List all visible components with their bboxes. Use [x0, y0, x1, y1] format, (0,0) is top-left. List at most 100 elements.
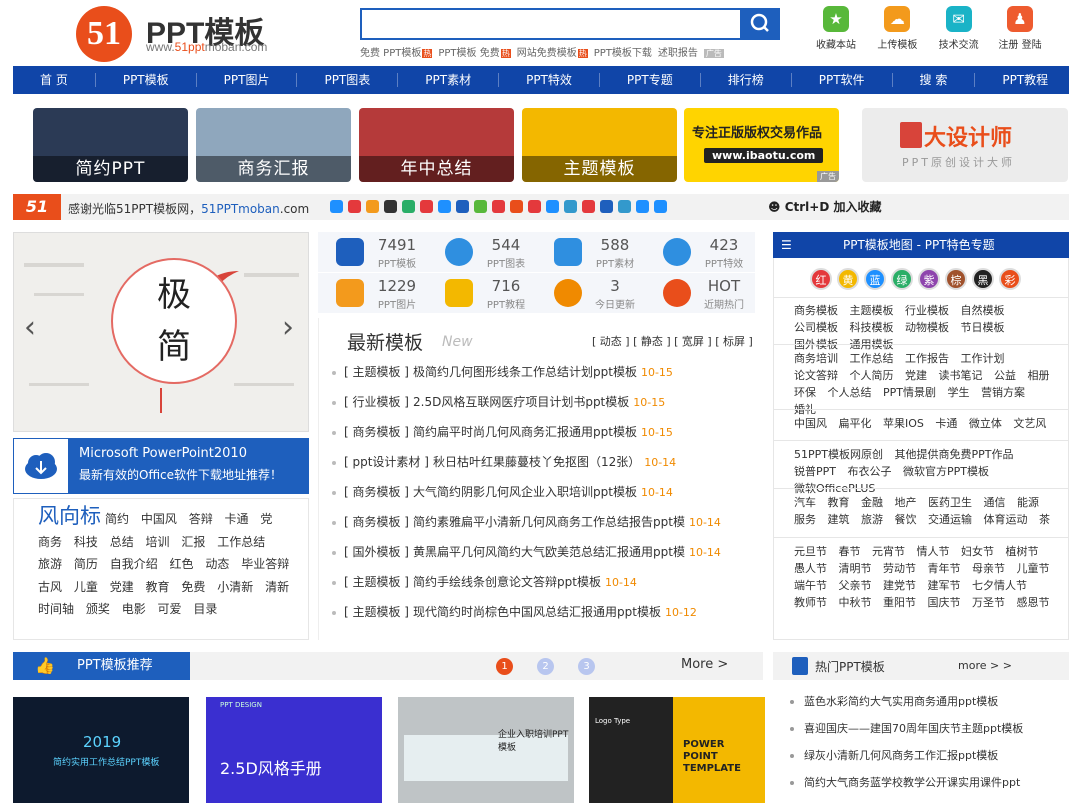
- map-link[interactable]: 建党节: [883, 579, 916, 592]
- map-link[interactable]: 春节: [839, 545, 861, 558]
- latest-item-category[interactable]: [ 商务模板 ]: [344, 485, 409, 499]
- latest-item-title[interactable]: 简约素雅扁平小清新几何风商务工作总结报告ppt模: [413, 515, 685, 529]
- map-link[interactable]: 母亲节: [972, 562, 1005, 575]
- nav-item[interactable]: 排行榜: [701, 73, 792, 87]
- share-icon[interactable]: [474, 200, 487, 213]
- latest-item[interactable]: [ ppt设计素材 ] 秋日枯叶红果藤蔓枝丫免抠图（12张） 10-14: [330, 452, 710, 482]
- latest-item-category[interactable]: [ 商务模板 ]: [344, 425, 409, 439]
- trend-tag[interactable]: 目录: [193, 602, 217, 616]
- trend-tag[interactable]: 儿童: [74, 580, 98, 594]
- trend-tag[interactable]: 答辩: [189, 512, 213, 526]
- map-link[interactable]: 卡通: [935, 417, 957, 430]
- map-link[interactable]: 环保: [794, 386, 816, 399]
- trend-tag[interactable]: 卡通: [225, 512, 249, 526]
- pager-dot[interactable]: 1: [496, 658, 513, 675]
- map-link[interactable]: 建军节: [928, 579, 961, 592]
- stat-hot[interactable]: HOT 近期热门: [645, 273, 755, 313]
- latest-item-title[interactable]: 大气简约阴影几何风企业入职培训ppt模板: [413, 485, 637, 499]
- hot-item[interactable]: 绿灰小清新几何风商务工作汇报ppt模板: [790, 748, 1070, 775]
- map-link[interactable]: 工作报告: [905, 352, 949, 365]
- map-link[interactable]: 学生: [948, 386, 970, 399]
- map-link[interactable]: 苹果IOS: [883, 417, 924, 430]
- map-link[interactable]: 茶: [1039, 513, 1050, 526]
- color-filter[interactable]: 棕: [945, 268, 967, 290]
- hot-search-link[interactable]: 述职报告: [658, 48, 698, 58]
- map-link[interactable]: 交通运输: [928, 513, 972, 526]
- map-link[interactable]: 端午节: [794, 579, 827, 592]
- share-icon[interactable]: [420, 200, 433, 213]
- latest-item-title[interactable]: 极简约几何图形线条工作总结计划ppt模板: [413, 365, 637, 379]
- map-link[interactable]: 读书笔记: [939, 369, 983, 382]
- latest-item-category[interactable]: [ ppt设计素材 ]: [344, 455, 429, 469]
- latest-item-title[interactable]: 秋日枯叶红果藤蔓枝丫免抠图（12张）: [433, 455, 640, 469]
- latest-item-category[interactable]: [ 主题模板 ]: [344, 605, 409, 619]
- map-link[interactable]: 扁平化: [839, 417, 872, 430]
- latest-item[interactable]: [ 主题模板 ] 简约手绘线条创意论文答辩ppt模板 10-14: [330, 572, 710, 602]
- map-link[interactable]: 万圣节: [972, 596, 1005, 609]
- trend-tag[interactable]: 总结: [110, 535, 134, 549]
- latest-filters[interactable]: [ 动态 ] [ 静态 ] [ 宽屏 ] [ 标屏 ]: [592, 333, 753, 349]
- map-link[interactable]: 通信: [984, 496, 1006, 509]
- trend-tag[interactable]: 旅游: [38, 557, 62, 571]
- trend-tag[interactable]: 简约: [105, 512, 129, 526]
- map-link[interactable]: 动物模板: [905, 321, 949, 334]
- map-link[interactable]: 餐饮: [895, 513, 917, 526]
- stat-refresh[interactable]: 3 今日更新: [536, 273, 646, 313]
- nav-item[interactable]: PPT专题: [600, 73, 701, 87]
- map-link[interactable]: 公益: [994, 369, 1016, 382]
- color-filter[interactable]: 黄: [837, 268, 859, 290]
- latest-item[interactable]: [ 商务模板 ] 大气简约阴影几何风企业入职培训ppt模板 10-14: [330, 482, 710, 512]
- map-link[interactable]: 公司模板: [794, 321, 838, 334]
- nav-item[interactable]: 搜 索: [893, 73, 976, 87]
- map-link[interactable]: 教师节: [794, 596, 827, 609]
- nav-item[interactable]: PPT特效: [499, 73, 600, 87]
- trend-tag[interactable]: 汇报: [181, 535, 205, 549]
- quick-link[interactable]: ✉ 技术交流: [931, 6, 987, 56]
- share-icon[interactable]: [564, 200, 577, 213]
- map-link[interactable]: 地产: [895, 496, 917, 509]
- map-link[interactable]: 商务培训: [794, 352, 838, 365]
- share-icon[interactable]: [600, 200, 613, 213]
- trend-tag[interactable]: 时间轴: [38, 602, 74, 616]
- bookmark-shortcut[interactable]: ☻ Ctrl+D 加入收藏: [768, 198, 881, 215]
- map-link[interactable]: 体育运动: [984, 513, 1028, 526]
- recommend-thumb[interactable]: 2.5D风格手册 PPT DESIGN: [206, 697, 382, 803]
- map-link[interactable]: 商务模板: [794, 304, 838, 317]
- trend-tag[interactable]: 自我介绍: [110, 557, 158, 571]
- share-icon[interactable]: [636, 200, 649, 213]
- share-icon[interactable]: [546, 200, 559, 213]
- map-link[interactable]: 微立体: [969, 417, 1002, 430]
- map-link[interactable]: 文艺风: [1013, 417, 1046, 430]
- color-filter[interactable]: 彩: [999, 268, 1021, 290]
- share-icon[interactable]: [492, 200, 505, 213]
- color-filter[interactable]: 黑: [972, 268, 994, 290]
- banner-1[interactable]: 简约PPT: [33, 108, 188, 182]
- share-icon[interactable]: [366, 200, 379, 213]
- share-icon[interactable]: [510, 200, 523, 213]
- trend-tag[interactable]: 可爱: [158, 602, 182, 616]
- nav-item[interactable]: PPT图表: [297, 73, 399, 87]
- hot-item[interactable]: 喜迎国庆——建国70周年国庆节主题ppt模板: [790, 721, 1070, 748]
- color-filter[interactable]: 绿: [891, 268, 913, 290]
- latest-item[interactable]: [ 主题模板 ] 极简约几何图形线条工作总结计划ppt模板 10-15: [330, 362, 710, 392]
- latest-item[interactable]: [ 行业模板 ] 2.5D风格互联网医疗项目计划书ppt模板 10-15: [330, 392, 710, 422]
- search-button[interactable]: [740, 8, 780, 40]
- color-filter[interactable]: 红: [810, 268, 832, 290]
- map-link[interactable]: 儿童节: [1017, 562, 1050, 575]
- hot-item[interactable]: 简约大气商务蓝学校教学公开课实用课件ppt: [790, 775, 1070, 802]
- share-icon[interactable]: [456, 200, 469, 213]
- trend-tag[interactable]: 电影: [122, 602, 146, 616]
- map-link[interactable]: 旅游: [861, 513, 883, 526]
- nav-item[interactable]: PPT素材: [398, 73, 500, 87]
- hot-search-link[interactable]: 网站免费模板热: [517, 48, 588, 58]
- nav-item[interactable]: 首 页: [13, 73, 96, 87]
- latest-item-title[interactable]: 简约扁平时尚几何风商务汇报通用ppt模板: [413, 425, 637, 439]
- latest-item-title[interactable]: 现代简约时尚棕色中国风总结汇报通用ppt模板: [413, 605, 661, 619]
- trend-tag[interactable]: 红色: [170, 557, 194, 571]
- nav-item[interactable]: PPT教程: [975, 73, 1075, 87]
- pager-dot[interactable]: 2: [537, 658, 554, 675]
- map-link[interactable]: 服务: [794, 513, 816, 526]
- hot-search-link[interactable]: PPT模板 免费热: [438, 48, 511, 58]
- trend-tag[interactable]: 免费: [181, 580, 205, 594]
- quick-link[interactable]: ♟ 注册 登陆: [992, 6, 1048, 56]
